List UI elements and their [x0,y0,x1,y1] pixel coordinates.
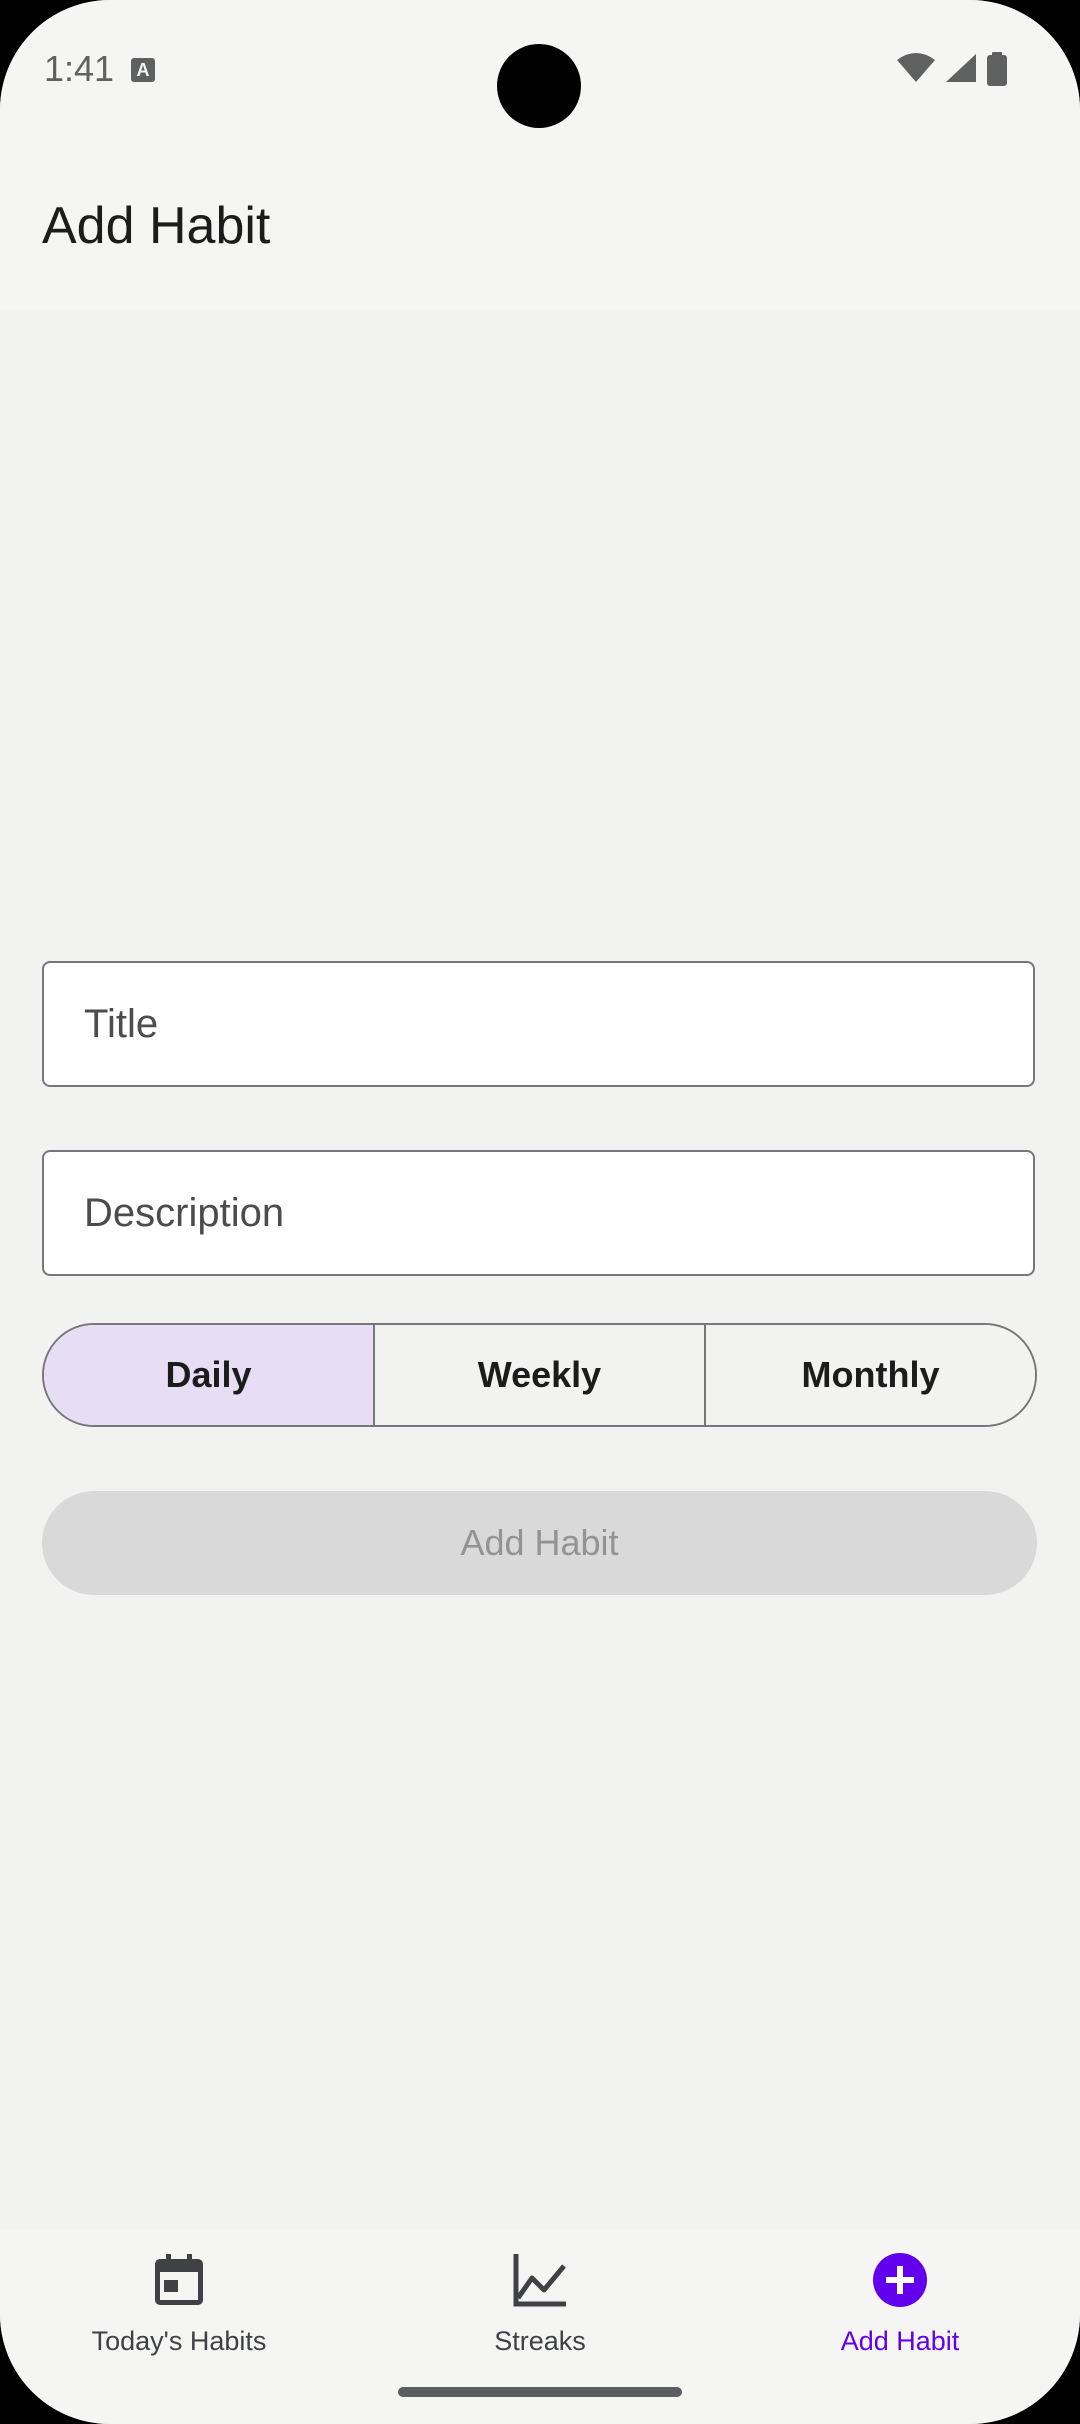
status-icons [888,52,1008,88]
nav-item-streaks[interactable]: Streaks [390,2230,690,2380]
page-title: Add Habit [42,197,271,255]
nav-item-add-habit[interactable]: Add Habit [750,2230,1050,2380]
frequency-weekly-option[interactable]: Weekly [373,1325,704,1425]
camera-cutout [497,44,581,128]
nav-label-streaks: Streaks [494,2326,586,2356]
add-circle-icon [873,2253,927,2307]
frequency-monthly-option[interactable]: Monthly [704,1325,1035,1425]
description-input[interactable] [84,1152,984,1274]
cell-signal-icon [946,54,976,82]
frequency-daily-option[interactable]: Daily [44,1325,373,1425]
nav-label-todays-habits: Today's Habits [91,2326,267,2356]
text-a-icon: A [131,58,155,82]
screen: 1:41 A Add Habit Daily Weekly Monthly [0,0,1080,2424]
home-indicator[interactable] [398,2387,682,2397]
status-time: 1:41 [44,48,115,89]
title-field[interactable] [42,961,1035,1087]
top-app-bar: Add Habit [0,140,1080,310]
line-chart-icon [513,2254,566,2307]
description-field[interactable] [42,1150,1035,1276]
title-input[interactable] [84,963,984,1085]
frequency-selector: Daily Weekly Monthly [42,1323,1037,1427]
wifi-icon [897,53,935,82]
nav-label-add-habit: Add Habit [840,2326,960,2356]
add-habit-button[interactable]: Add Habit [42,1491,1037,1595]
calendar-icon [155,2254,203,2305]
battery-icon [987,52,1007,86]
nav-item-todays-habits[interactable]: Today's Habits [29,2230,329,2380]
status-bar: 1:41 A [0,0,1080,140]
